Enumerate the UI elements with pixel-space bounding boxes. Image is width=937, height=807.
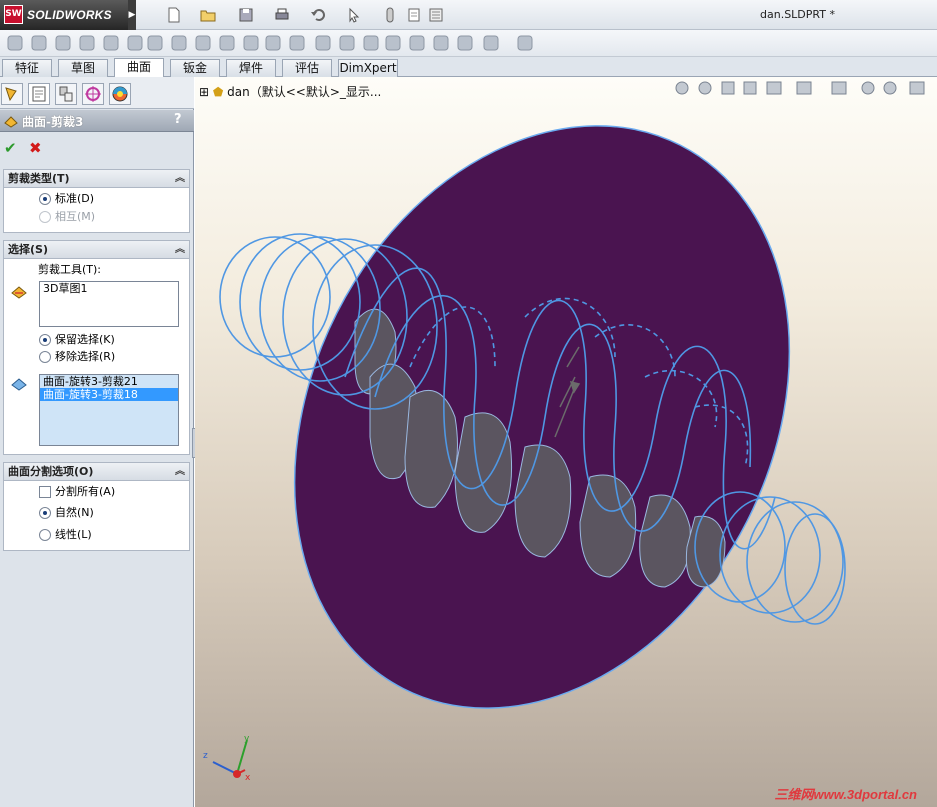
linear-radio[interactable]: 线性(L)	[39, 528, 92, 542]
title-bar: SW SOLIDWORKS ▶ dan.SLDPRT *	[0, 0, 937, 30]
radio-button[interactable]	[39, 351, 51, 363]
ok-check-icon[interactable]: ✔	[4, 139, 17, 157]
solidworks-logo[interactable]: SW SOLIDWORKS	[0, 0, 128, 30]
split-options-header[interactable]: 曲面分割选项(O) ︽	[4, 463, 189, 481]
trim-surface-icon	[4, 116, 18, 128]
manager-tabs	[0, 77, 194, 109]
trim-standard-radio[interactable]: 标准(D)	[39, 192, 94, 206]
selections-title: 选择(S)	[8, 243, 48, 256]
document-title: dan.SLDPRT *	[760, 8, 835, 21]
watermark-text: 三维网www.3dportal.cn	[774, 787, 917, 802]
property-sheet-icon	[32, 86, 46, 102]
collapse-chevron-icon[interactable]: ︽	[175, 241, 185, 258]
surface-toolbar	[0, 30, 937, 57]
undo-icon[interactable]	[310, 7, 326, 23]
radio-button[interactable]	[39, 193, 51, 205]
property-manager-panel: 曲面-剪裁3 ? ✔ ✖ 剪裁类型(T) ︽ 标准(D) 相互(M) 选择(S)…	[0, 77, 194, 807]
logo-text: SOLIDWORKS	[27, 8, 112, 22]
tab-dimxpert[interactable]: DimXpert	[338, 59, 398, 77]
radio-label: 保留选择(K)	[55, 333, 115, 346]
tab-sheet-metal[interactable]: 钣金	[170, 59, 220, 77]
property-manager-header: 曲面-剪裁3 ?	[0, 110, 194, 132]
property-manager-tab[interactable]	[28, 83, 50, 105]
radio-label: 移除选择(R)	[55, 350, 116, 363]
collapse-chevron-icon[interactable]: ︽	[175, 463, 185, 480]
list-item[interactable]: 3D草图1	[40, 282, 178, 295]
property-manager-title: 曲面-剪裁3	[22, 115, 84, 129]
trim-type-header[interactable]: 剪裁类型(T) ︽	[4, 170, 189, 188]
tab-features[interactable]: 特征	[2, 59, 52, 77]
trim-mutual-radio: 相互(M)	[39, 210, 95, 224]
tab-surfaces[interactable]: 曲面	[114, 58, 164, 77]
triad-x-label: x	[245, 773, 251, 783]
pieces-selection-icon	[11, 378, 27, 391]
remove-selections-radio[interactable]: 移除选择(R)	[39, 350, 115, 364]
tab-evaluate[interactable]: 评估	[282, 59, 332, 77]
file-properties-icon[interactable]	[406, 7, 422, 23]
new-document-icon[interactable]	[166, 7, 182, 23]
trim-type-group: 剪裁类型(T) ︽ 标准(D) 相互(M)	[3, 169, 190, 233]
selections-group: 选择(S) ︽ 剪裁工具(T): 3D草图1 保留选择(K) 移除选择(R) 曲…	[3, 240, 190, 455]
surface-tool-icons[interactable]	[0, 30, 560, 57]
list-item-selected[interactable]: 曲面-旋转3-剪裁18	[40, 388, 178, 401]
surface-split-options-group: 曲面分割选项(O) ︽ 分割所有(A) 自然(N) 线性(L)	[3, 462, 190, 551]
trim-tool-label: 剪裁工具(T):	[38, 263, 102, 276]
keep-selections-radio[interactable]: 保留选择(K)	[39, 333, 115, 347]
checkbox-label: 分割所有(A)	[55, 485, 116, 498]
pieces-list[interactable]: 曲面-旋转3-剪裁21 曲面-旋转3-剪裁18	[39, 374, 179, 446]
split-options-title: 曲面分割选项(O)	[8, 465, 94, 478]
save-icon[interactable]	[238, 7, 254, 23]
heads-up-view-toolbar[interactable]	[672, 77, 937, 99]
radio-label: 自然(N)	[55, 506, 94, 519]
graphics-area[interactable]: ⊞ ⬟ dan（默认<<默认>_显示... y z x 三维网www.3dpor…	[195, 77, 937, 807]
triad-z-label: z	[203, 751, 208, 761]
display-manager-tab[interactable]	[109, 83, 131, 105]
view-orientation-triad: y z x	[203, 734, 251, 783]
sw-logo-icon: SW	[4, 5, 23, 24]
radio-label: 标准(D)	[55, 192, 95, 205]
print-icon[interactable]	[274, 7, 290, 23]
radio-button[interactable]	[39, 529, 51, 541]
configuration-icon	[59, 86, 73, 102]
selections-header[interactable]: 选择(S) ︽	[4, 241, 189, 259]
configuration-manager-tab[interactable]	[55, 83, 77, 105]
menu-arrow-icon[interactable]: ▶	[128, 0, 136, 30]
radio-label: 相互(M)	[55, 210, 96, 223]
radio-label: 线性(L)	[55, 528, 92, 541]
tab-weldments[interactable]: 焊件	[226, 59, 276, 77]
command-manager-tabs: 特征 草图 曲面 钣金 焊件 评估 DimXpert	[0, 57, 937, 77]
radio-button	[39, 211, 51, 223]
trim-tool-list[interactable]: 3D草图1	[39, 281, 179, 327]
feature-tree-flyout[interactable]: ⊞ ⬟ dan（默认<<默认>_显示...	[199, 83, 381, 100]
radio-button[interactable]	[39, 507, 51, 519]
sketch-selection-icon	[11, 286, 27, 299]
tree-root-label[interactable]: dan（默认<<默认>_显示...	[227, 85, 381, 99]
help-icon[interactable]: ?	[174, 112, 182, 127]
cancel-x-icon[interactable]: ✖	[29, 139, 42, 157]
radio-button[interactable]	[39, 334, 51, 346]
part-icon: ⬟	[212, 85, 224, 99]
natural-radio[interactable]: 自然(N)	[39, 506, 94, 520]
feature-tree-icon	[5, 87, 17, 102]
dimxpert-icon	[85, 86, 101, 102]
open-folder-icon[interactable]	[200, 7, 216, 23]
trim-type-title: 剪裁类型(T)	[8, 172, 70, 185]
list-item[interactable]: 曲面-旋转3-剪裁21	[40, 375, 178, 388]
feature-manager-tab[interactable]	[1, 83, 23, 105]
expand-plus-icon[interactable]: ⊞	[199, 85, 209, 99]
model-geometry[interactable]	[195, 77, 937, 807]
checkbox[interactable]	[39, 486, 51, 498]
rebuild-icon[interactable]	[382, 7, 398, 23]
split-all-checkbox[interactable]: 分割所有(A)	[39, 485, 115, 499]
select-arrow-icon[interactable]	[346, 7, 362, 23]
dimxpert-manager-tab[interactable]	[82, 83, 104, 105]
appearance-ball-icon	[112, 86, 128, 102]
tab-sketch[interactable]: 草图	[58, 59, 108, 77]
options-icon[interactable]	[428, 7, 444, 23]
collapse-chevron-icon[interactable]: ︽	[175, 170, 185, 187]
triad-y-label: y	[244, 734, 250, 744]
